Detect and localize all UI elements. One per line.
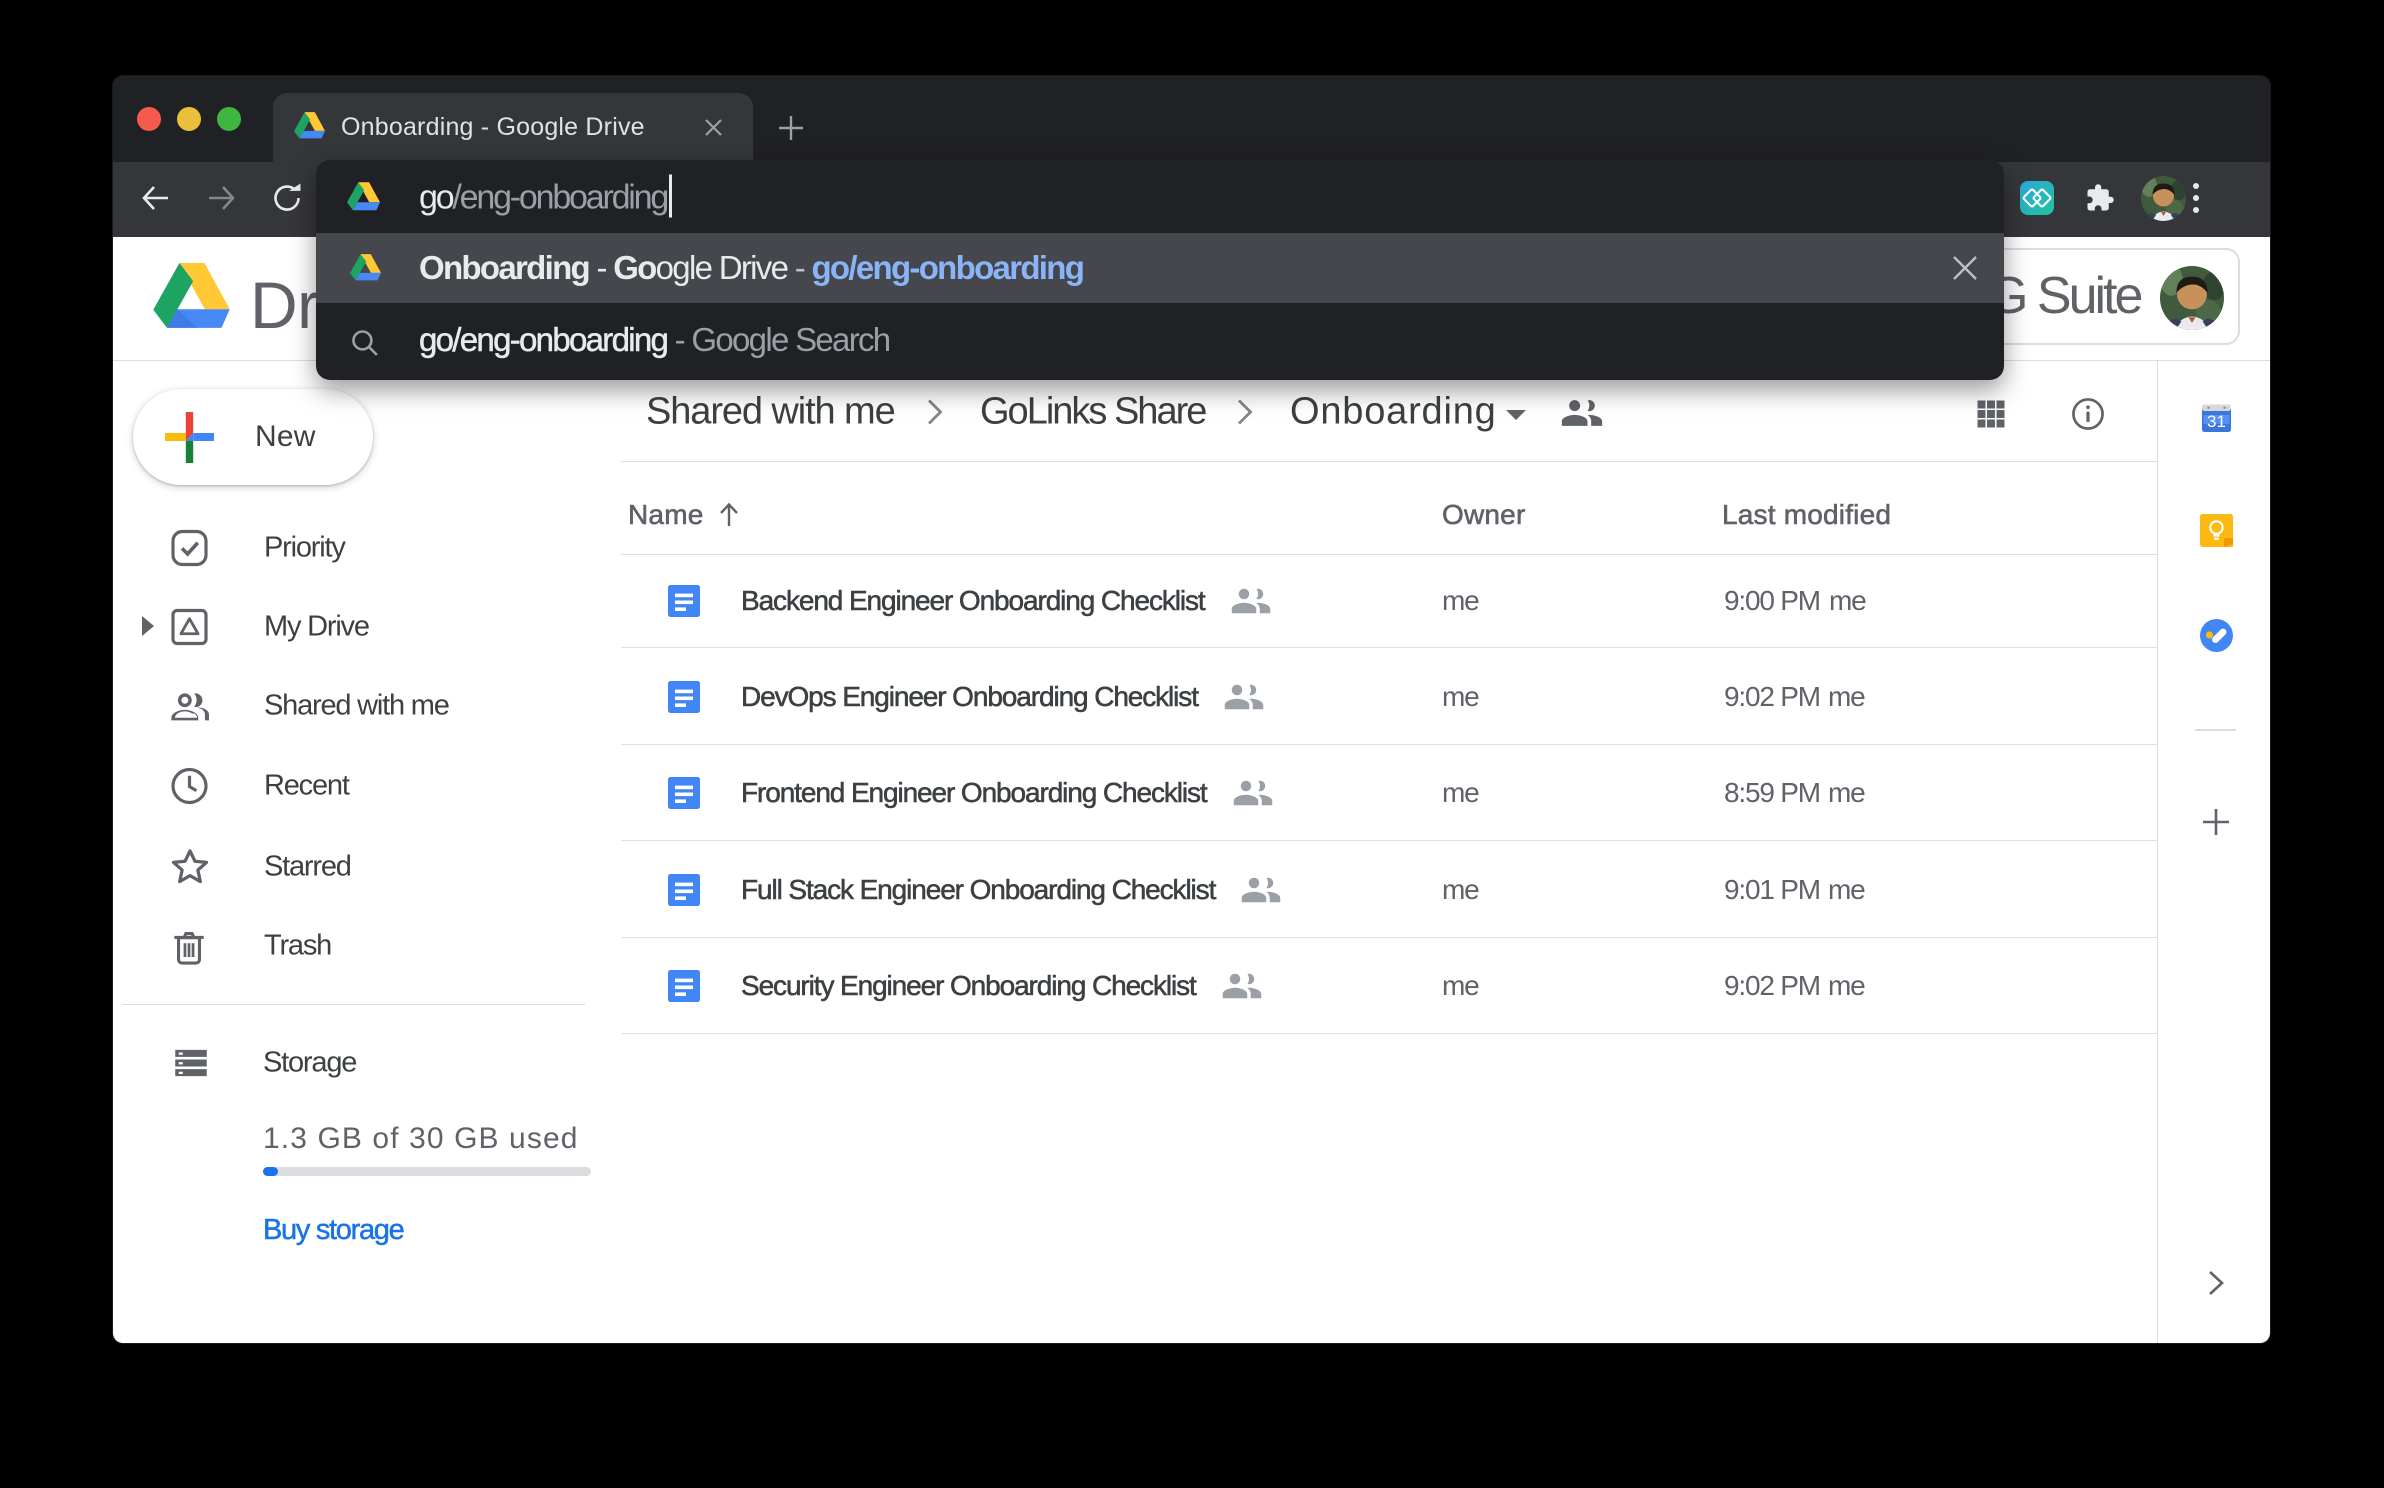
svg-text:31: 31 [2207,412,2226,431]
